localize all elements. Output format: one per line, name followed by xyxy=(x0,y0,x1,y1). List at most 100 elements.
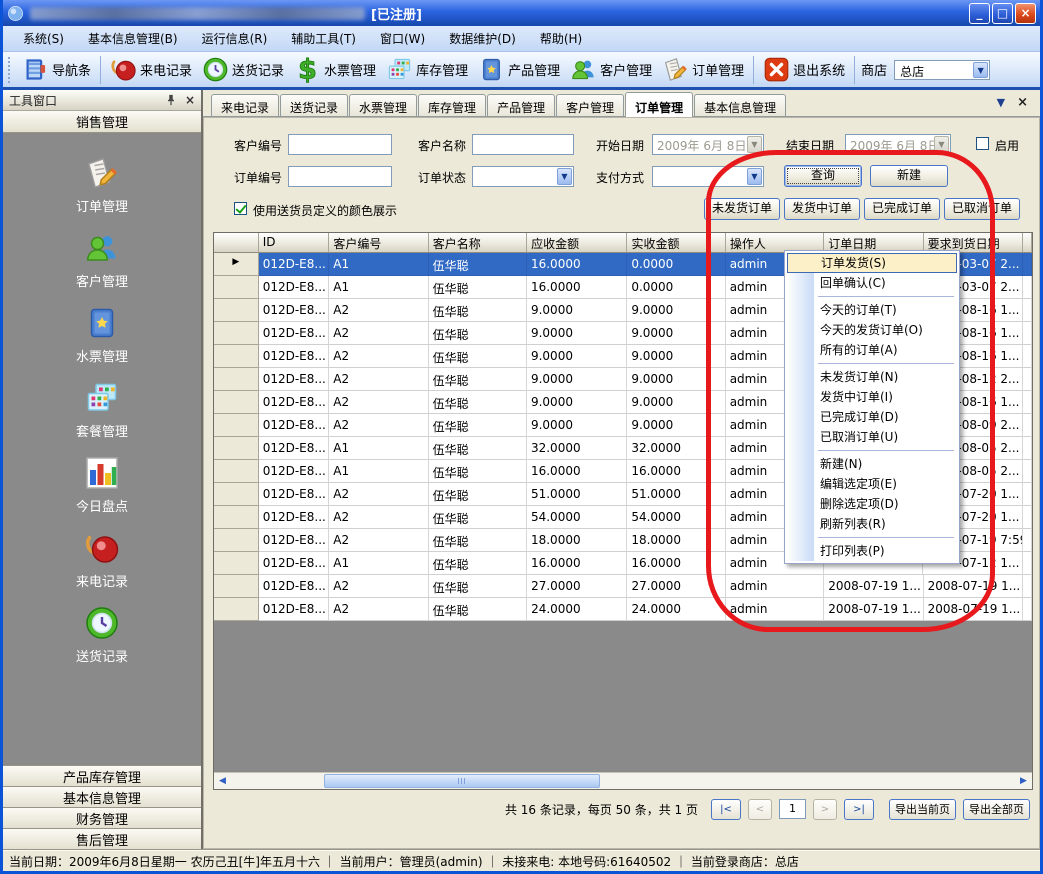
chevron-down-icon[interactable]: ▼ xyxy=(747,168,762,185)
export-current-page-button[interactable]: 导出当前页 xyxy=(889,799,956,820)
tab-2[interactable]: 水票管理 xyxy=(349,94,417,116)
horizontal-scrollbar[interactable]: ◀ ▶ xyxy=(214,772,1032,789)
sidebar-section[interactable]: 售后管理 xyxy=(3,828,201,849)
close-icon[interactable]: × xyxy=(185,93,195,107)
sidebar-section[interactable]: 产品库存管理 xyxy=(3,765,201,786)
page-number-input[interactable]: 1 xyxy=(779,799,806,819)
first-page-button[interactable]: |< xyxy=(711,799,741,820)
context-menu-item[interactable]: 所有的订单(A) xyxy=(787,340,957,360)
row-marker xyxy=(214,391,259,414)
toolbar-button[interactable]: 送货记录 xyxy=(197,54,289,85)
column-header[interactable]: 实收金额 xyxy=(627,233,725,253)
tab-0[interactable]: 来电记录 xyxy=(211,94,279,116)
tab-1[interactable]: 送货记录 xyxy=(280,94,348,116)
sidebar-item[interactable]: 订单管理 xyxy=(76,155,128,215)
status-filter-button[interactable]: 已完成订单 xyxy=(864,198,940,220)
sidebar-section[interactable]: 财务管理 xyxy=(3,807,201,828)
status-filter-button[interactable]: 发货中订单 xyxy=(784,198,860,220)
column-header[interactable]: ID xyxy=(259,233,330,253)
table-cell: A2 xyxy=(329,506,428,529)
column-header[interactable]: 应收金额 xyxy=(527,233,627,253)
minimize-button[interactable]: _ xyxy=(969,3,990,24)
toolbar-button[interactable]: 来电记录 xyxy=(105,54,197,85)
context-menu-item[interactable]: 已完成订单(D) xyxy=(787,407,957,427)
toolbar-button[interactable]: 订单管理 xyxy=(657,54,749,85)
sidebar-item[interactable]: 套餐管理 xyxy=(76,380,128,440)
menu-item[interactable]: 基本信息管理(B) xyxy=(76,26,190,51)
tab-close-icon[interactable]: × xyxy=(1017,95,1028,110)
context-menu-item[interactable]: 未发货订单(N) xyxy=(787,367,957,387)
customer-name-input[interactable] xyxy=(472,134,574,155)
toolbar-button[interactable]: $水票管理 xyxy=(289,54,381,85)
sidebar-item[interactable]: 客户管理 xyxy=(76,230,128,290)
tab-5[interactable]: 客户管理 xyxy=(556,94,624,116)
context-menu-item[interactable]: 编辑选定项(E) xyxy=(787,474,957,494)
scroll-left-icon[interactable]: ◀ xyxy=(214,773,231,789)
sidebar-section[interactable]: 基本信息管理 xyxy=(3,786,201,807)
maximize-button[interactable]: □ xyxy=(992,3,1013,24)
status-filter-button[interactable]: 未发货订单 xyxy=(704,198,780,220)
sidebar-item[interactable]: 今日盘点 xyxy=(76,455,128,515)
order-no-input[interactable] xyxy=(288,166,392,187)
sidebar-item[interactable]: 送货记录 xyxy=(76,605,128,665)
context-menu-item[interactable]: 打印列表(P) xyxy=(787,541,957,561)
close-button[interactable]: × xyxy=(1015,3,1036,24)
table-row[interactable]: 012D-E8...A2伍华聪24.000024.0000admin2008-0… xyxy=(214,598,1032,621)
menu-item[interactable]: 系统(S) xyxy=(11,26,76,51)
toolbar-button[interactable]: 退出系统 xyxy=(758,54,850,85)
status-filter-button[interactable]: 已取消订单 xyxy=(944,198,1020,220)
customer-no-input[interactable] xyxy=(288,134,392,155)
column-header[interactable]: 客户编号 xyxy=(329,233,428,253)
toolbar-button[interactable]: 导航条 xyxy=(17,54,96,85)
context-menu-item[interactable]: 删除选定项(D) xyxy=(787,494,957,514)
menu-item[interactable]: 数据维护(D) xyxy=(437,26,528,51)
toolbar-button[interactable]: 库存管理 xyxy=(381,54,473,85)
courier-color-checkbox[interactable] xyxy=(234,202,247,215)
scrollbar-thumb[interactable] xyxy=(324,774,600,788)
end-date-picker[interactable]: 2009年 6月 8日 ▼ xyxy=(845,134,951,155)
context-menu-item[interactable]: 已取消订单(U) xyxy=(787,427,957,447)
context-menu-item[interactable]: 刷新列表(R) xyxy=(787,514,957,534)
menu-item[interactable]: 帮助(H) xyxy=(528,26,594,51)
table-row[interactable]: 012D-E8...A2伍华聪27.000027.0000admin2008-0… xyxy=(214,575,1032,598)
scroll-right-icon[interactable]: ▶ xyxy=(1015,773,1032,789)
new-button[interactable]: 新建 xyxy=(870,165,948,187)
menu-item[interactable]: 运行信息(R) xyxy=(190,26,280,51)
chevron-down-icon[interactable]: ▼ xyxy=(934,136,949,153)
table-cell: 012D-E8... xyxy=(259,529,330,552)
sidebar-item[interactable]: 水票管理 xyxy=(76,305,128,365)
tab-4[interactable]: 产品管理 xyxy=(487,94,555,116)
pin-icon[interactable] xyxy=(165,94,177,106)
tab-3[interactable]: 库存管理 xyxy=(418,94,486,116)
order-status-select[interactable]: ▼ xyxy=(472,166,574,187)
chevron-down-icon[interactable]: ▼ xyxy=(973,62,988,78)
tab-7[interactable]: 基本信息管理 xyxy=(694,94,786,116)
menu-item[interactable]: 窗口(W) xyxy=(368,26,437,51)
toolbar-button[interactable]: 产品管理 xyxy=(473,54,565,85)
enable-checkbox[interactable] xyxy=(976,137,989,150)
last-page-button[interactable]: >| xyxy=(844,799,874,820)
toolbar-button[interactable]: 客户管理 xyxy=(565,54,657,85)
menu-item[interactable]: 辅助工具(T) xyxy=(279,26,368,51)
shop-select[interactable]: 总店 ▼ xyxy=(894,60,990,80)
toolbar-grip[interactable] xyxy=(8,57,14,83)
context-menu-item[interactable]: 今天的订单(T) xyxy=(787,300,957,320)
query-button[interactable]: 查询 xyxy=(784,165,862,187)
chevron-down-icon[interactable]: ▼ xyxy=(557,168,572,185)
tab-6[interactable]: 订单管理 xyxy=(625,92,693,117)
context-menu-item[interactable]: 订单发货(S) xyxy=(787,253,957,273)
chevron-down-icon[interactable]: ▼ xyxy=(747,136,762,153)
prev-page-button[interactable]: < xyxy=(748,799,772,820)
export-all-pages-button[interactable]: 导出全部页 xyxy=(963,799,1030,820)
sidebar-item[interactable]: 来电记录 xyxy=(76,530,128,590)
context-menu-item[interactable]: 发货中订单(I) xyxy=(787,387,957,407)
context-menu-item[interactable]: 今天的发货订单(O) xyxy=(787,320,957,340)
context-menu-item[interactable]: 回单确认(C) xyxy=(787,273,957,293)
tab-scroll-down-icon[interactable]: ▼ xyxy=(997,96,1005,109)
column-header[interactable]: 客户名称 xyxy=(429,233,527,253)
payment-select[interactable]: ▼ xyxy=(652,166,764,187)
context-menu-item[interactable]: 新建(N) xyxy=(787,454,957,474)
sidebar-section-sales[interactable]: 销售管理 xyxy=(3,111,201,133)
next-page-button[interactable]: > xyxy=(813,799,837,820)
start-date-picker[interactable]: 2009年 6月 8日 ▼ xyxy=(652,134,764,155)
